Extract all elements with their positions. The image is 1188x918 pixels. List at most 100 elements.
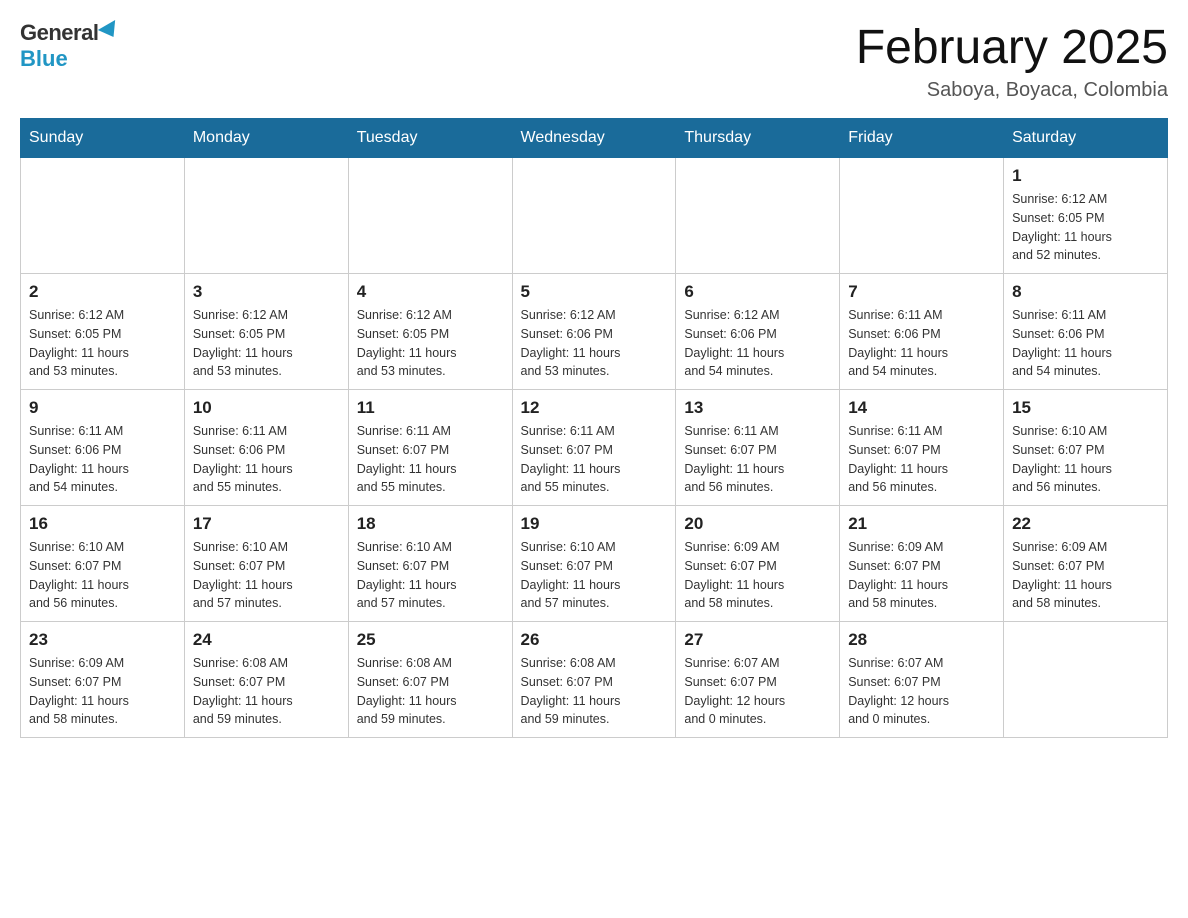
day-number: 14 [848,398,995,418]
calendar-day-cell: 22 Sunrise: 6:09 AM Sunset: 6:07 PM Dayli… [1004,506,1168,622]
calendar-day-cell: 4Sunrise: 6:12 AM Sunset: 6:05 PM Daylig… [348,274,512,390]
day-info: Sunrise: 6:11 AM Sunset: 6:07 PM Dayligh… [521,422,668,497]
calendar-week-row: 1 Sunrise: 6:12 AM Sunset: 6:05 PM Daylig… [21,158,1168,274]
day-number: 16 [29,514,176,534]
day-header-thursday: Thursday [676,119,840,158]
day-info: Sunrise: 6:11 AM Sunset: 6:06 PM Dayligh… [29,422,176,497]
day-info: Sunrise: 6:11 AM Sunset: 6:06 PM Dayligh… [848,306,995,381]
day-header-sunday: Sunday [21,119,185,158]
day-info: Sunrise: 6:12 AM Sunset: 6:05 PM Dayligh… [29,306,176,381]
logo-triangle-icon [98,20,122,42]
day-number: 28 [848,630,995,650]
day-info: Sunrise: 6:11 AM Sunset: 6:07 PM Dayligh… [357,422,504,497]
calendar-day-cell: 20 Sunrise: 6:09 AM Sunset: 6:07 PM Dayli… [676,506,840,622]
calendar-day-cell: 1 Sunrise: 6:12 AM Sunset: 6:05 PM Daylig… [1004,158,1168,274]
day-info: Sunrise: 6:08 AM Sunset: 6:07 PM Dayligh… [357,654,504,729]
calendar-day-cell: 24 Sunrise: 6:08 AM Sunset: 6:07 PM Dayli… [184,622,348,738]
day-number: 12 [521,398,668,418]
calendar-day-cell: 25 Sunrise: 6:08 AM Sunset: 6:07 PM Dayli… [348,622,512,738]
calendar-day-cell: 18Sunrise: 6:10 AM Sunset: 6:07 PM Dayli… [348,506,512,622]
calendar-day-cell: 17 Sunrise: 6:10 AM Sunset: 6:07 PM Dayli… [184,506,348,622]
day-number: 27 [684,630,831,650]
logo-blue-text: Blue [20,46,68,72]
calendar-day-cell: 9Sunrise: 6:11 AM Sunset: 6:06 PM Daylig… [21,390,185,506]
calendar-day-cell: 26Sunrise: 6:08 AM Sunset: 6:07 PM Dayli… [512,622,676,738]
day-number: 19 [521,514,668,534]
day-info: Sunrise: 6:08 AM Sunset: 6:07 PM Dayligh… [193,654,340,729]
calendar-day-cell: 10Sunrise: 6:11 AM Sunset: 6:06 PM Dayli… [184,390,348,506]
day-info: Sunrise: 6:09 AM Sunset: 6:07 PM Dayligh… [848,538,995,613]
day-info: Sunrise: 6:09 AM Sunset: 6:07 PM Dayligh… [1012,538,1159,613]
day-header-wednesday: Wednesday [512,119,676,158]
calendar-week-row: 16 Sunrise: 6:10 AM Sunset: 6:07 PM Dayli… [21,506,1168,622]
calendar-day-cell [676,158,840,274]
calendar-table: SundayMondayTuesdayWednesdayThursdayFrid… [20,118,1168,738]
calendar-week-row: 9Sunrise: 6:11 AM Sunset: 6:06 PM Daylig… [21,390,1168,506]
day-number: 2 [29,282,176,302]
calendar-day-cell: 21 Sunrise: 6:09 AM Sunset: 6:07 PM Dayli… [840,506,1004,622]
day-number: 8 [1012,282,1159,302]
day-number: 7 [848,282,995,302]
day-info: Sunrise: 6:11 AM Sunset: 6:06 PM Dayligh… [1012,306,1159,381]
calendar-day-cell: 14 Sunrise: 6:11 AM Sunset: 6:07 PM Dayli… [840,390,1004,506]
day-number: 25 [357,630,504,650]
day-number: 1 [1012,166,1159,186]
day-number: 17 [193,514,340,534]
title-block: February 2025 Saboya, Boyaca, Colombia [856,20,1168,102]
calendar-header: SundayMondayTuesdayWednesdayThursdayFrid… [21,119,1168,158]
day-info: Sunrise: 6:07 AM Sunset: 6:07 PM Dayligh… [684,654,831,729]
calendar-day-cell: 13 Sunrise: 6:11 AM Sunset: 6:07 PM Dayli… [676,390,840,506]
calendar-day-cell: 6 Sunrise: 6:12 AM Sunset: 6:06 PM Daylig… [676,274,840,390]
day-info: Sunrise: 6:10 AM Sunset: 6:07 PM Dayligh… [193,538,340,613]
days-of-week-row: SundayMondayTuesdayWednesdayThursdayFrid… [21,119,1168,158]
day-number: 21 [848,514,995,534]
day-info: Sunrise: 6:12 AM Sunset: 6:06 PM Dayligh… [684,306,831,381]
day-info: Sunrise: 6:08 AM Sunset: 6:07 PM Dayligh… [521,654,668,729]
day-info: Sunrise: 6:10 AM Sunset: 6:07 PM Dayligh… [357,538,504,613]
day-info: Sunrise: 6:10 AM Sunset: 6:07 PM Dayligh… [521,538,668,613]
calendar-day-cell: 28 Sunrise: 6:07 AM Sunset: 6:07 PM Dayli… [840,622,1004,738]
day-info: Sunrise: 6:11 AM Sunset: 6:07 PM Dayligh… [848,422,995,497]
day-info: Sunrise: 6:11 AM Sunset: 6:07 PM Dayligh… [684,422,831,497]
calendar-day-cell [512,158,676,274]
calendar-day-cell [840,158,1004,274]
day-number: 15 [1012,398,1159,418]
calendar-day-cell: 11 Sunrise: 6:11 AM Sunset: 6:07 PM Dayli… [348,390,512,506]
calendar-day-cell: 27 Sunrise: 6:07 AM Sunset: 6:07 PM Dayli… [676,622,840,738]
day-info: Sunrise: 6:12 AM Sunset: 6:05 PM Dayligh… [1012,190,1159,265]
day-number: 22 [1012,514,1159,534]
calendar-day-cell [1004,622,1168,738]
day-number: 13 [684,398,831,418]
day-info: Sunrise: 6:10 AM Sunset: 6:07 PM Dayligh… [29,538,176,613]
day-info: Sunrise: 6:12 AM Sunset: 6:05 PM Dayligh… [193,306,340,381]
page-header: General Blue February 2025 Saboya, Boyac… [20,20,1168,102]
day-header-friday: Friday [840,119,1004,158]
calendar-day-cell: 2 Sunrise: 6:12 AM Sunset: 6:05 PM Daylig… [21,274,185,390]
day-number: 6 [684,282,831,302]
calendar-week-row: 23Sunrise: 6:09 AM Sunset: 6:07 PM Dayli… [21,622,1168,738]
day-number: 20 [684,514,831,534]
calendar-day-cell: 16 Sunrise: 6:10 AM Sunset: 6:07 PM Dayli… [21,506,185,622]
calendar-day-cell: 5 Sunrise: 6:12 AM Sunset: 6:06 PM Daylig… [512,274,676,390]
calendar-day-cell: 7 Sunrise: 6:11 AM Sunset: 6:06 PM Daylig… [840,274,1004,390]
calendar-day-cell: 3Sunrise: 6:12 AM Sunset: 6:05 PM Daylig… [184,274,348,390]
calendar-body: 1 Sunrise: 6:12 AM Sunset: 6:05 PM Daylig… [21,158,1168,738]
calendar-title: February 2025 [856,20,1168,75]
logo-general-text: General [20,20,98,46]
day-info: Sunrise: 6:09 AM Sunset: 6:07 PM Dayligh… [684,538,831,613]
logo: General Blue [20,20,120,72]
day-info: Sunrise: 6:07 AM Sunset: 6:07 PM Dayligh… [848,654,995,729]
calendar-day-cell [348,158,512,274]
calendar-day-cell: 19 Sunrise: 6:10 AM Sunset: 6:07 PM Dayli… [512,506,676,622]
day-number: 24 [193,630,340,650]
day-number: 5 [521,282,668,302]
day-info: Sunrise: 6:10 AM Sunset: 6:07 PM Dayligh… [1012,422,1159,497]
calendar-day-cell: 23Sunrise: 6:09 AM Sunset: 6:07 PM Dayli… [21,622,185,738]
calendar-week-row: 2 Sunrise: 6:12 AM Sunset: 6:05 PM Daylig… [21,274,1168,390]
day-info: Sunrise: 6:09 AM Sunset: 6:07 PM Dayligh… [29,654,176,729]
calendar-day-cell: 8 Sunrise: 6:11 AM Sunset: 6:06 PM Daylig… [1004,274,1168,390]
day-info: Sunrise: 6:12 AM Sunset: 6:06 PM Dayligh… [521,306,668,381]
day-number: 11 [357,398,504,418]
calendar-day-cell: 12 Sunrise: 6:11 AM Sunset: 6:07 PM Dayli… [512,390,676,506]
calendar-day-cell [21,158,185,274]
